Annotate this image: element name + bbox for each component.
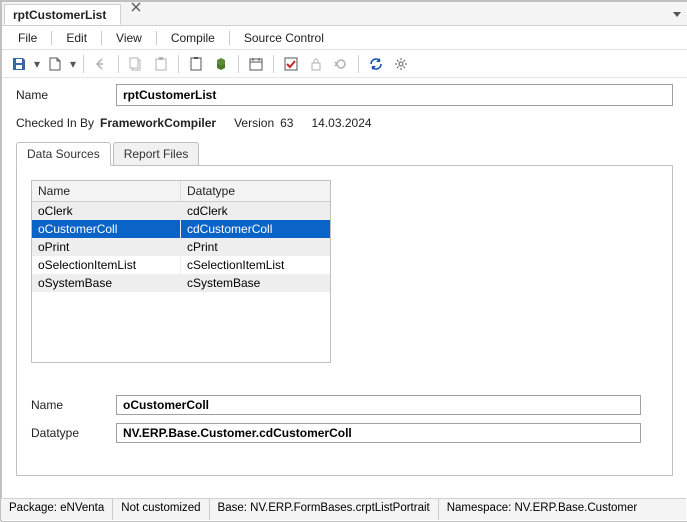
tab-data-sources[interactable]: Data Sources bbox=[16, 142, 111, 166]
cell-datatype: cPrint bbox=[181, 238, 330, 256]
cell-name: oSystemBase bbox=[32, 274, 181, 292]
undo-icon bbox=[90, 53, 112, 75]
close-icon[interactable] bbox=[127, 2, 145, 25]
status-namespace: Namespace: NV.ERP.Base.Customer bbox=[438, 499, 645, 520]
cell-datatype: cSystemBase bbox=[181, 274, 330, 292]
detail-section: Name Datatype bbox=[31, 395, 658, 443]
clipboard-icon[interactable] bbox=[185, 53, 207, 75]
cell-name: oPrint bbox=[32, 238, 181, 256]
table-row[interactable]: oClerkcdClerk bbox=[32, 202, 330, 220]
toolbar: ▾ ▾ bbox=[2, 50, 687, 78]
menu-edit[interactable]: Edit bbox=[56, 29, 97, 47]
copy-icon bbox=[125, 53, 147, 75]
menu-source-control[interactable]: Source Control bbox=[234, 29, 334, 47]
checked-in-by-value: FrameworkCompiler bbox=[100, 116, 216, 130]
detail-datatype-label: Datatype bbox=[31, 426, 116, 440]
version-value: 63 bbox=[280, 116, 293, 130]
cell-datatype: cdCustomerColl bbox=[181, 220, 330, 238]
cell-datatype: cdClerk bbox=[181, 202, 330, 220]
cell-name: oSelectionItemList bbox=[32, 256, 181, 274]
save-icon[interactable] bbox=[8, 53, 30, 75]
menu-bar: File Edit View Compile Source Control bbox=[2, 26, 687, 50]
name-field[interactable] bbox=[116, 84, 673, 106]
calendar-icon[interactable] bbox=[245, 53, 267, 75]
col-name[interactable]: Name bbox=[32, 181, 181, 201]
status-bar: Package: eNVenta Not customized Base: NV… bbox=[1, 498, 686, 520]
name-label: Name bbox=[16, 88, 116, 102]
new-icon[interactable] bbox=[44, 53, 66, 75]
check-icon[interactable] bbox=[280, 53, 302, 75]
grid-header: Name Datatype bbox=[32, 181, 330, 202]
status-customized: Not customized bbox=[112, 499, 208, 520]
table-row[interactable]: oCustomerCollcdCustomerColl bbox=[32, 220, 330, 238]
revert-icon bbox=[330, 53, 352, 75]
cell-datatype: cSelectionItemList bbox=[181, 256, 330, 274]
checked-in-by-label: Checked In By bbox=[16, 116, 94, 130]
detail-datatype-field[interactable] bbox=[116, 423, 641, 443]
menu-compile[interactable]: Compile bbox=[161, 29, 225, 47]
tab-overflow-button[interactable] bbox=[667, 2, 687, 25]
data-sources-panel: Name Datatype oClerkcdClerkoCustomerColl… bbox=[16, 166, 673, 476]
data-sources-grid[interactable]: Name Datatype oClerkcdClerkoCustomerColl… bbox=[31, 180, 331, 363]
cell-name: oCustomerColl bbox=[32, 220, 181, 238]
menu-file[interactable]: File bbox=[8, 29, 47, 47]
version-label: Version bbox=[234, 116, 274, 130]
status-base: Base: NV.ERP.FormBases.crptListPortrait bbox=[209, 499, 438, 520]
cell-name: oClerk bbox=[32, 202, 181, 220]
detail-name-field[interactable] bbox=[116, 395, 641, 415]
module-icon[interactable] bbox=[210, 53, 232, 75]
document-tab-title: rptCustomerList bbox=[13, 8, 106, 22]
form-area: Name Checked In By FrameworkCompiler Ver… bbox=[2, 78, 687, 476]
document-tab-active[interactable]: rptCustomerList bbox=[4, 4, 121, 25]
gear-icon[interactable] bbox=[390, 53, 412, 75]
status-package: Package: eNVenta bbox=[1, 499, 112, 520]
document-tab-strip: rptCustomerList bbox=[2, 2, 687, 26]
tab-report-files[interactable]: Report Files bbox=[113, 142, 200, 166]
version-date: 14.03.2024 bbox=[311, 116, 371, 130]
inner-tabs: Data Sources Report Files bbox=[16, 142, 673, 166]
table-row[interactable]: oSystemBasecSystemBase bbox=[32, 274, 330, 292]
refresh-icon[interactable] bbox=[365, 53, 387, 75]
save-dropdown[interactable]: ▾ bbox=[33, 57, 41, 71]
table-row[interactable]: oPrintcPrint bbox=[32, 238, 330, 256]
new-dropdown[interactable]: ▾ bbox=[69, 57, 77, 71]
detail-name-label: Name bbox=[31, 398, 116, 412]
paste-icon bbox=[150, 53, 172, 75]
menu-view[interactable]: View bbox=[106, 29, 152, 47]
table-row[interactable]: oSelectionItemListcSelectionItemList bbox=[32, 256, 330, 274]
col-datatype[interactable]: Datatype bbox=[181, 181, 330, 201]
lock-icon bbox=[305, 53, 327, 75]
